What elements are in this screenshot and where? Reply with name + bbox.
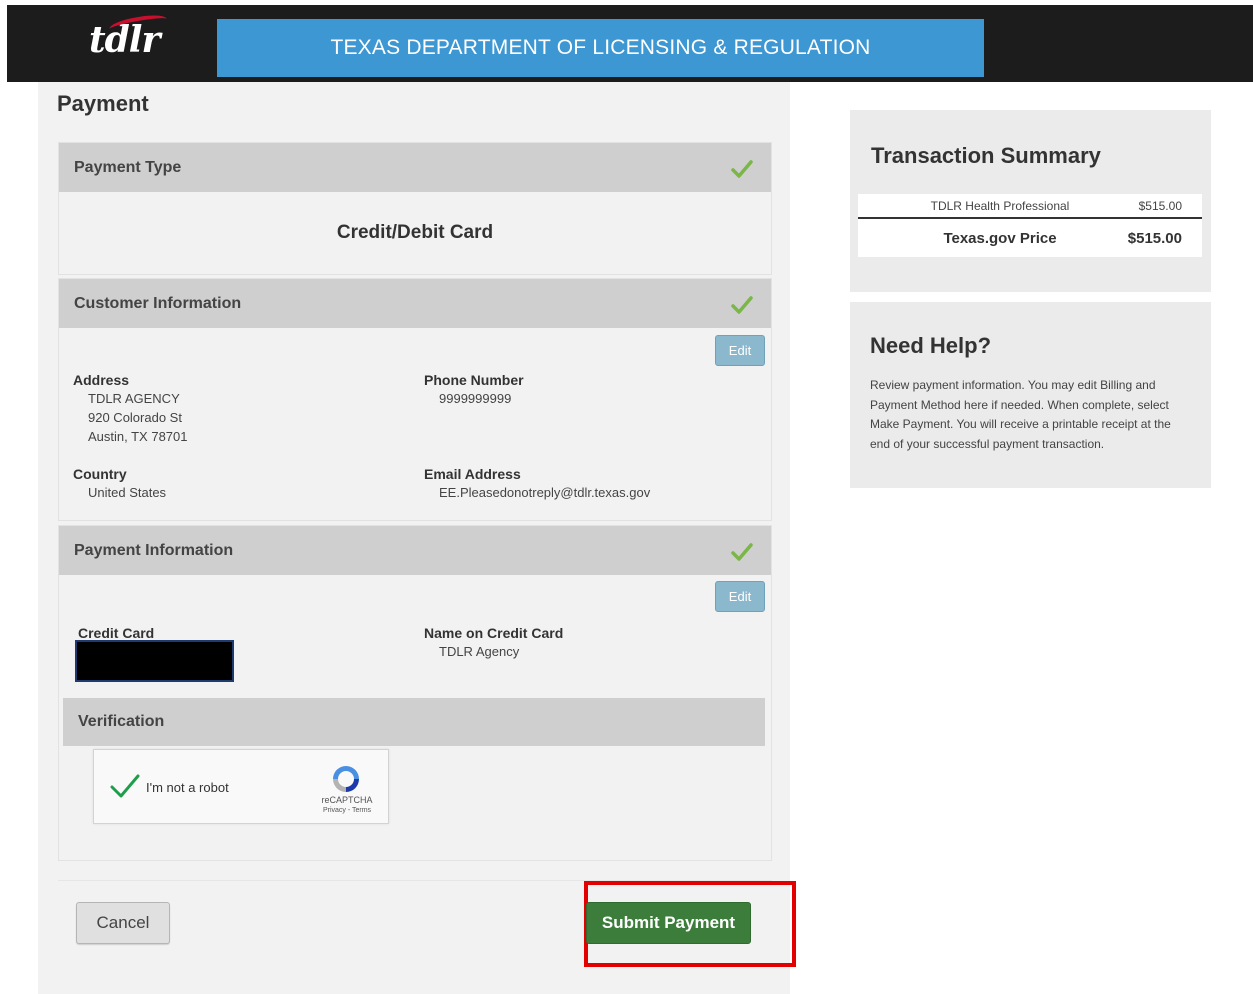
- agency-banner: TEXAS DEPARTMENT OF LICENSING & REGULATI…: [217, 19, 984, 77]
- tdlr-logo[interactable]: tdlr: [89, 12, 168, 61]
- recaptcha-brand: reCAPTCHA: [321, 795, 373, 805]
- verification-heading: Verification: [78, 713, 165, 730]
- green-checkmark-icon[interactable]: [109, 772, 141, 800]
- total-label: Texas.gov Price: [943, 229, 1057, 247]
- site-header: tdlr TEXAS DEPARTMENT OF LICENSING & REG…: [7, 5, 1253, 82]
- transaction-summary-panel: Transaction Summary TDLR Health Professi…: [850, 110, 1211, 292]
- credit-card-label: Credit Card: [78, 625, 155, 641]
- edit-payment-button[interactable]: Edit: [715, 581, 765, 612]
- payment-info-header: Payment Information: [59, 526, 771, 575]
- customer-info-heading: Customer Information: [74, 294, 242, 312]
- country-value: United States: [88, 485, 167, 500]
- banner-title: TEXAS DEPARTMENT OF LICENSING & REGULATI…: [330, 36, 871, 59]
- customer-info-section: Customer Information Edit Address TDLR A…: [58, 278, 772, 521]
- payment-type-heading: Payment Type: [74, 158, 182, 176]
- address-line: 920 Colorado St: [88, 410, 182, 425]
- line-item-name: TDLR Health Professional: [930, 198, 1070, 213]
- need-help-text: Review payment information. You may edit…: [870, 378, 1171, 451]
- page-title: Payment: [57, 91, 149, 116]
- payment-type-value: Credit/Debit Card: [336, 222, 494, 243]
- address-line: TDLR AGENCY: [88, 391, 180, 406]
- total-amount: $515.00: [1127, 229, 1182, 247]
- checkmark-icon: [731, 543, 753, 561]
- customer-info-header: Customer Information: [59, 279, 771, 328]
- edit-customer-button[interactable]: Edit: [715, 335, 765, 366]
- need-help-title: Need Help?: [870, 333, 992, 358]
- cancel-button[interactable]: Cancel: [76, 902, 170, 944]
- checkmark-icon: [731, 160, 753, 178]
- transaction-summary-title: Transaction Summary: [871, 143, 1101, 168]
- credit-card-number-redacted: [75, 640, 234, 682]
- line-item-amount: $515.00: [1138, 198, 1182, 213]
- recaptcha-label: I'm not a robot: [146, 780, 229, 795]
- card-name-label: Name on Credit Card: [424, 625, 564, 641]
- phone-label: Phone Number: [424, 372, 524, 388]
- payment-panel: Payment Payment Type Credit/Debit Card C…: [38, 82, 796, 994]
- card-name-value: TDLR Agency: [439, 644, 520, 659]
- need-help-panel: Need Help? Review payment information. Y…: [850, 302, 1211, 488]
- payment-type-header: Payment Type: [59, 143, 771, 192]
- recaptcha-terms-link[interactable]: Privacy - Terms: [316, 807, 378, 814]
- action-bar: Cancel Submit Payment: [58, 880, 796, 967]
- table-row: Texas.gov Price $515.00: [858, 219, 1202, 257]
- verification-header: Verification: [63, 698, 765, 746]
- country-label: Country: [73, 466, 127, 482]
- email-label: Email Address: [424, 466, 521, 482]
- submit-payment-button[interactable]: Submit Payment: [586, 902, 751, 944]
- address-line: Austin, TX 78701: [88, 429, 188, 444]
- recaptcha-widget[interactable]: I'm not a robot reCAPTCHA Privacy - Term…: [93, 749, 389, 824]
- phone-value: 9999999999: [439, 391, 512, 406]
- checkmark-icon: [731, 296, 753, 314]
- recaptcha-logo-icon: [333, 766, 359, 792]
- address-label: Address: [73, 372, 130, 388]
- transaction-summary-table: TDLR Health Professional $515.00 Texas.g…: [858, 194, 1202, 257]
- payment-type-section: Payment Type Credit/Debit Card: [58, 142, 772, 275]
- payment-info-heading: Payment Information: [74, 541, 234, 559]
- email-value: EE.Pleasedonotreply@tdlr.texas.gov: [439, 485, 651, 500]
- address-value: TDLR AGENCY 920 Colorado St Austin, TX 7…: [88, 389, 188, 446]
- table-row: TDLR Health Professional $515.00: [858, 194, 1202, 219]
